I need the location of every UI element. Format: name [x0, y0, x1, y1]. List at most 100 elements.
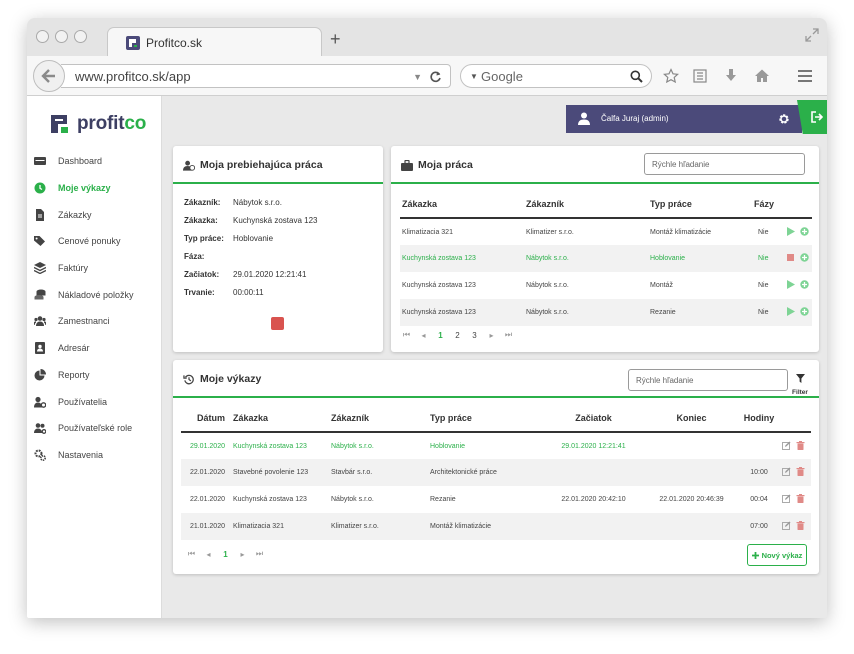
back-button[interactable]	[33, 60, 65, 92]
cell-hodiny: 07:00	[739, 513, 779, 540]
sidebar-nav: Dashboard Moje výkazy Zákazky Cenové ponuky…	[27, 148, 161, 468]
window-minimize-button[interactable]	[55, 30, 68, 43]
column-header[interactable]: Koniec	[644, 404, 739, 433]
sidebar-item-moje-vykazy[interactable]: Moje výkazy	[27, 175, 161, 202]
pager-page-1[interactable]: 1	[217, 550, 234, 559]
edit-icon[interactable]	[782, 441, 791, 450]
search-engine-name: Google	[481, 69, 523, 84]
play-icon[interactable]	[786, 226, 795, 236]
stop-work-button[interactable]	[271, 317, 284, 330]
pager-next-button[interactable]: ▸	[483, 331, 500, 340]
address-bar[interactable]: www.profitco.sk/app ▼	[61, 64, 451, 88]
user-icon	[578, 112, 590, 125]
cell-zakaznik: Klimatizer s.r.o.	[327, 513, 426, 540]
pager-next-button[interactable]: ▸	[234, 550, 251, 559]
filter-button[interactable]: Filter	[790, 370, 810, 396]
column-header[interactable]: Fázy	[752, 190, 786, 219]
history-icon	[183, 374, 194, 384]
sidebar-item-pouzivatelske-role[interactable]: Používateľské role	[27, 415, 161, 442]
play-icon[interactable]	[786, 280, 795, 289]
cell-zaciatok: 22.01.2020 20:42:10	[561, 496, 626, 503]
column-header[interactable]: Začiatok	[543, 404, 644, 433]
menu-icon[interactable]	[797, 68, 813, 84]
fullscreen-icon[interactable]	[805, 28, 819, 42]
reload-icon[interactable]	[429, 70, 442, 83]
search-engine-dropdown-icon[interactable]: ▼	[470, 72, 478, 81]
sidebar-item-faktury[interactable]: Faktúry	[27, 255, 161, 282]
delete-icon[interactable]	[796, 440, 805, 450]
pager-last-button[interactable]: ⏭	[251, 549, 268, 559]
add-circle-icon[interactable]	[800, 226, 809, 236]
edit-icon[interactable]	[782, 494, 791, 503]
table-row[interactable]: Kuchynská zostava 123 Nábytok s.r.o. Montá…	[400, 272, 812, 299]
my-work-search-input[interactable]: Rýchle hľadanie	[644, 153, 805, 175]
new-tab-button[interactable]: +	[330, 30, 341, 48]
sidebar-item-zakazky[interactable]: Zákazky	[27, 201, 161, 228]
pager-first-button[interactable]: ⏮	[183, 549, 200, 559]
sidebar-item-nastavenia[interactable]: Nastavenia	[27, 442, 161, 469]
play-icon[interactable]	[786, 307, 795, 316]
table-row[interactable]: Kuchynská zostava 123 Nábytok s.r.o. Rezan…	[400, 299, 812, 326]
edit-icon[interactable]	[782, 521, 791, 530]
sidebar-item-pouzivatelia[interactable]: Používatelia	[27, 388, 161, 415]
delete-icon[interactable]	[796, 494, 805, 503]
address-dropdown-icon[interactable]: ▼	[413, 72, 422, 82]
cell-fazy: Nie	[752, 299, 786, 326]
column-header[interactable]: Typ práce	[426, 404, 543, 433]
table-row[interactable]: 29.01.2020 Kuchynská zostava 123 Nábytok s…	[181, 432, 811, 459]
pager-page-3[interactable]: 3	[466, 331, 483, 340]
column-header[interactable]: Typ práce	[648, 190, 752, 219]
reading-list-icon[interactable]	[692, 68, 708, 84]
table-row[interactable]: Klimatizacia 321 Klimatizer s.r.o. Montáž …	[400, 218, 812, 245]
sidebar-item-dashboard[interactable]: Dashboard	[27, 148, 161, 175]
table-row[interactable]: Kuchynská zostava 123 Nábytok s.r.o. Hoblo…	[400, 245, 812, 272]
pager-first-button[interactable]: ⏮	[398, 330, 415, 340]
reports-search-input[interactable]: Rýchle hľadanie	[628, 369, 788, 391]
cell-zakazka: Kuchynská zostava 123	[400, 245, 524, 272]
delete-icon[interactable]	[796, 467, 805, 476]
pager-last-button[interactable]: ⏭	[500, 330, 517, 340]
table-row[interactable]: 22.01.2020 Stavebné povolenie 123 Stavbár …	[181, 459, 811, 486]
profitco-logo[interactable]: profitco	[49, 112, 146, 136]
pager-prev-button[interactable]: ◂	[200, 550, 217, 559]
download-icon[interactable]	[723, 68, 739, 84]
cell-typ: Hoblovanie	[648, 245, 752, 272]
pager-page-1[interactable]: 1	[432, 331, 449, 340]
add-circle-icon[interactable]	[800, 280, 809, 289]
sidebar-item-nakladove-polozky[interactable]: Nákladové položky	[27, 281, 161, 308]
sidebar-item-cenove-ponuky[interactable]: Cenové ponuky	[27, 228, 161, 255]
sidebar-item-zamestnanci[interactable]: Zamestnanci	[27, 308, 161, 335]
sidebar-item-label: Používatelia	[58, 396, 108, 407]
sidebar-item-reporty[interactable]: Reporty	[27, 362, 161, 389]
column-header[interactable]: Zákazka	[229, 404, 327, 433]
window-maximize-button[interactable]	[74, 30, 87, 43]
settings-gear-icon[interactable]	[778, 113, 790, 125]
cell-datum: 21.01.2020	[181, 513, 229, 540]
column-header[interactable]: Dátum	[181, 404, 229, 433]
column-header[interactable]: Zákazník	[524, 190, 648, 219]
cell-typ: Architektonické práce	[426, 459, 543, 486]
edit-icon[interactable]	[782, 467, 791, 476]
bookmark-star-icon[interactable]	[663, 68, 679, 84]
home-icon[interactable]	[754, 68, 770, 84]
column-header[interactable]: Zákazka	[400, 190, 524, 219]
add-circle-icon[interactable]	[800, 307, 809, 316]
new-report-button[interactable]: Nový výkaz	[747, 544, 807, 566]
window-close-button[interactable]	[36, 30, 49, 43]
pager-prev-button[interactable]: ◂	[415, 331, 432, 340]
browser-search-field[interactable]: ▼ Google	[460, 64, 652, 88]
table-row[interactable]: 21.01.2020 Klimatizacia 321 Klimatizer s.r…	[181, 513, 811, 540]
search-icon[interactable]	[630, 70, 643, 83]
reports-title: Moje výkazy	[183, 373, 261, 385]
browser-tab[interactable]: Profitco.sk	[107, 27, 322, 57]
delete-icon[interactable]	[796, 521, 805, 530]
cell-zakazka: Klimatizacia 321	[402, 228, 453, 236]
user-bar[interactable]: Čalfa Juraj (admin)	[566, 105, 802, 133]
add-circle-icon[interactable]	[800, 253, 809, 262]
table-row[interactable]: 22.01.2020 Kuchynská zostava 123 Nábytok s…	[181, 486, 811, 513]
column-header[interactable]: Zákazník	[327, 404, 426, 433]
column-header[interactable]: Hodiny	[739, 404, 779, 433]
sidebar-item-adresar[interactable]: Adresár	[27, 335, 161, 362]
pager-page-2[interactable]: 2	[449, 331, 466, 340]
stop-icon[interactable]	[786, 253, 795, 262]
